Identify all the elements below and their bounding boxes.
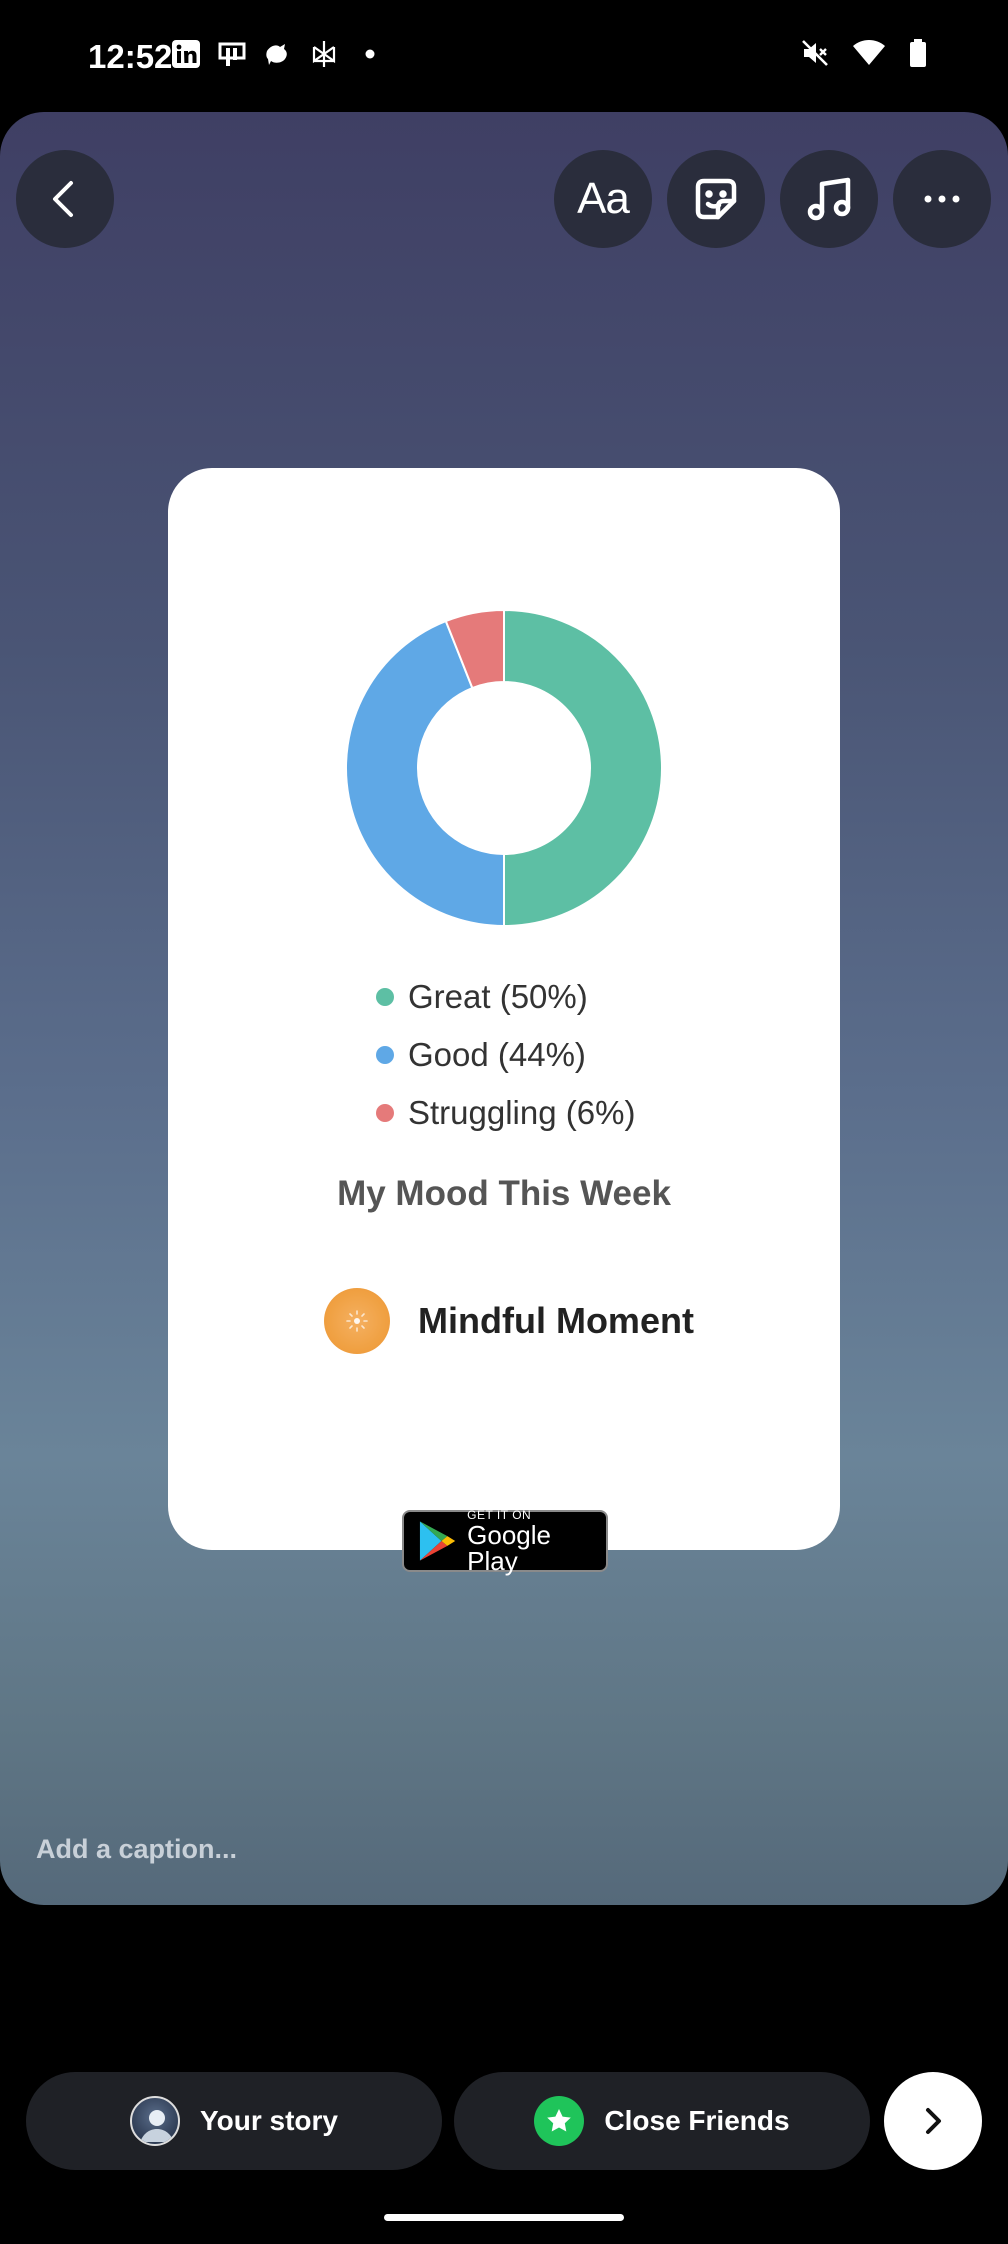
- text-tool-button[interactable]: Aa: [554, 150, 652, 248]
- your-story-button[interactable]: Your story: [26, 2072, 442, 2170]
- chevron-left-icon: [53, 181, 73, 217]
- music-button[interactable]: [780, 150, 878, 248]
- your-story-label: Your story: [200, 2105, 338, 2136]
- mood-card[interactable]: Great (50%) Good (44%) Struggling (6%) M…: [168, 468, 840, 1574]
- mood-donut-chart: [345, 608, 663, 928]
- bird-icon: [262, 38, 294, 70]
- status-bar: 12:52: [0, 0, 1008, 112]
- app-brand: Mindful Moment: [324, 1288, 694, 1354]
- google-play-badge[interactable]: GET IT ON Google Play: [402, 1508, 608, 1576]
- app-icon: [216, 38, 248, 70]
- card-title: My Mood This Week: [337, 1174, 671, 1213]
- legend-item-struggling: Struggling (6%): [376, 1084, 635, 1142]
- legend-item-great: Great (50%): [376, 968, 635, 1026]
- home-indicator[interactable]: [384, 2214, 624, 2221]
- sticker-icon: [695, 178, 737, 220]
- legend-label: Good (44%): [408, 1036, 586, 1073]
- notification-icons: [170, 38, 386, 70]
- chart-legend: Great (50%) Good (44%) Struggling (6%): [376, 968, 635, 1142]
- battery-icon: [908, 38, 928, 73]
- legend-dot-great: [376, 988, 394, 1006]
- star-icon: [534, 2096, 585, 2146]
- back-button[interactable]: [16, 150, 114, 248]
- caption-input[interactable]: Add a caption...: [36, 1834, 237, 1865]
- linkedin-icon: [170, 38, 202, 70]
- more-options-button[interactable]: [893, 150, 991, 248]
- close-friends-label: Close Friends: [604, 2105, 790, 2136]
- chevron-right-icon: [926, 2108, 941, 2134]
- text-tool-icon: Aa: [577, 174, 630, 223]
- wifi-icon: [852, 38, 886, 73]
- music-note-icon: [807, 177, 851, 221]
- system-icons: [800, 38, 928, 73]
- status-time: 12:52: [88, 38, 173, 75]
- next-button[interactable]: [884, 2072, 982, 2170]
- legend-dot-struggling: [376, 1104, 394, 1122]
- brand-name: Mindful Moment: [418, 1300, 694, 1341]
- close-friends-button[interactable]: Close Friends: [454, 2072, 870, 2170]
- dot-icon: [354, 38, 386, 70]
- legend-dot-good: [376, 1046, 394, 1064]
- donut-slice-great: [503, 608, 663, 928]
- legend-item-good: Good (44%): [376, 1026, 635, 1084]
- google-play-icon: [419, 1521, 456, 1561]
- mute-icon: [800, 38, 830, 73]
- more-dots-icon: [924, 195, 960, 203]
- legend-label: Great (50%): [408, 978, 588, 1015]
- gplay-big-text: Google Play: [467, 1520, 551, 1576]
- mindful-logo-icon: [324, 1288, 390, 1354]
- story-canvas[interactable]: Aa Great (50%) Good (44%) Struggling (6%…: [0, 112, 1008, 1905]
- perplexity-icon: [308, 38, 340, 70]
- sticker-button[interactable]: [667, 150, 765, 248]
- legend-label: Struggling (6%): [408, 1094, 636, 1131]
- avatar: [130, 2096, 181, 2146]
